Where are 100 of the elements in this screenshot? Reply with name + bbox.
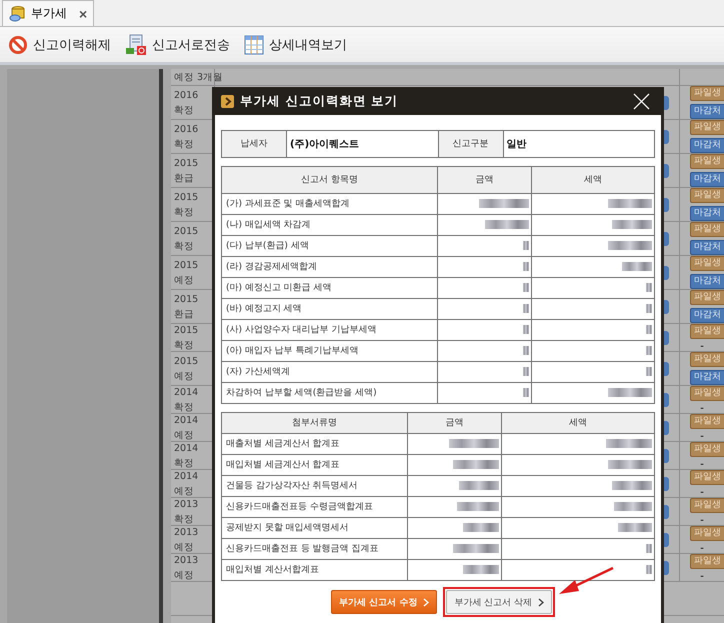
blurred-value	[523, 282, 529, 292]
status-badge[interactable]: 파일생	[690, 324, 724, 338]
table-cell: 건물등 감가상각자산 취득명세서	[222, 476, 408, 496]
grid-cell-text: 확정	[174, 456, 194, 470]
blurred-value	[618, 522, 652, 532]
blurred-value	[463, 564, 499, 574]
blurred-value	[453, 460, 499, 469]
blurred-value	[608, 460, 652, 469]
table-cell: (바) 예정고지 세액	[222, 298, 438, 320]
grid-cell-text: 예정	[174, 428, 194, 442]
chevron-icon	[423, 598, 430, 606]
grid-cell-text: 2016	[174, 88, 198, 102]
status-badge[interactable]: 마감처	[690, 104, 724, 119]
column-header: 금액	[438, 166, 532, 194]
status-badge[interactable]: 파일생	[690, 386, 724, 400]
grid-cell-text: 2016	[174, 122, 198, 136]
grid-cell-text: 2015	[174, 190, 198, 204]
grid-cell-text: 예정 3개월	[174, 70, 224, 84]
status-badge[interactable]: 마감처	[690, 274, 724, 289]
blurred-value	[453, 544, 499, 553]
table-cell: (아) 매입자 납부 특례기납부세액	[222, 340, 438, 362]
status-badge[interactable]: 파일생	[690, 222, 724, 237]
status-badge[interactable]: 파일생	[690, 290, 724, 305]
grid-cell-text: 확정	[174, 104, 194, 118]
close-icon[interactable]	[633, 92, 650, 110]
grid-cell-text: 확정	[174, 338, 194, 352]
blurred-value	[608, 240, 652, 250]
table-cell: (나) 매입세액 차감계	[222, 214, 438, 236]
status-badge[interactable]: 마감처	[690, 206, 724, 221]
field-value: (주)아이퀘스트	[286, 130, 438, 158]
table-cell: (가) 과세표준 및 매출세액합계	[222, 194, 438, 214]
column-header: 금액	[408, 412, 502, 434]
blurred-value	[523, 240, 529, 250]
field-label: 신고구분	[438, 130, 503, 158]
blurred-value	[523, 304, 529, 313]
field-value: 일반	[503, 130, 654, 158]
blurred-value	[457, 502, 499, 511]
document-tab[interactable]: 부가세 ×	[2, 0, 94, 26]
table-cell: (마) 예정신고 미환급 세액	[222, 278, 438, 298]
table-cell: 매입처별 계산서합계표	[222, 560, 408, 580]
status-badge[interactable]: 마감처	[690, 172, 724, 187]
status-badge[interactable]: 마감처	[690, 370, 724, 385]
status-badge[interactable]: 마감처	[690, 240, 724, 255]
grid-cell-text: -	[699, 460, 705, 470]
blurred-value	[523, 346, 529, 355]
blurred-value	[523, 324, 529, 334]
table-icon	[244, 34, 264, 54]
blurred-value	[622, 262, 652, 271]
grid-cell-text: 2015	[174, 156, 198, 170]
table-cell: 매출처별 세금계산서 합계표	[222, 434, 408, 454]
close-tab-button[interactable]: ×	[71, 6, 88, 22]
pointer-arrow	[557, 566, 615, 596]
column-header: 세액	[532, 166, 654, 194]
toolbar-button[interactable]: 상세내역보기	[242, 32, 349, 56]
blurred-value	[646, 346, 652, 355]
status-badge[interactable]: 파일생	[690, 526, 724, 540]
table-cell: 매입처별 세금계산서 합계표	[222, 454, 408, 476]
toolbar-button[interactable]: 신고이력해제	[6, 32, 113, 56]
blurred-value	[449, 438, 499, 448]
dialog-title: 부가세 신고이력화면 보기	[240, 92, 400, 110]
blurred-value	[612, 480, 652, 490]
status-badge[interactable]: 파일생	[690, 470, 724, 484]
blurred-value	[646, 282, 652, 292]
toolbar-button[interactable]: 신고서로전송	[123, 32, 232, 58]
blurred-value	[523, 388, 529, 397]
grid-cell-text: 예정	[174, 484, 194, 498]
status-badge[interactable]: 파일생	[690, 256, 724, 271]
status-badge[interactable]: 파일생	[690, 414, 724, 428]
delete-button[interactable]: 부가세 신고서 삭제	[446, 590, 552, 614]
edit-button[interactable]: 부가세 신고서 수정	[330, 590, 438, 614]
status-badge[interactable]: 파일생	[690, 86, 724, 101]
blurred-value	[646, 564, 652, 574]
table-cell: 차감하여 납부할 세액(환급받을 세액)	[222, 382, 438, 404]
field-label: 납세자	[222, 130, 286, 158]
grid-cell-text: 2015	[174, 258, 198, 272]
document-send-icon	[125, 34, 147, 56]
grid-cell-text: 환급	[174, 308, 194, 322]
grid-cell-text: -	[699, 572, 705, 582]
chevron-icon	[221, 94, 234, 108]
grid-cell-text: 2014	[174, 414, 198, 428]
grid-cell-text: 예정	[174, 370, 194, 384]
status-badge[interactable]: 파일생	[690, 120, 724, 135]
grid-cell-text: 2013	[174, 526, 198, 540]
grid-cell-text: -	[699, 432, 705, 442]
blurred-value	[485, 220, 529, 229]
status-badge[interactable]: 파일생	[690, 352, 724, 367]
status-badge[interactable]: 마감처	[690, 138, 724, 153]
blurred-value	[646, 366, 652, 376]
status-badge[interactable]: 파일생	[690, 154, 724, 169]
status-badge[interactable]: 파일생	[690, 554, 724, 568]
status-badge[interactable]: 파일생	[690, 442, 724, 456]
grid-cell-text: 확정	[174, 240, 194, 254]
blurred-value	[608, 388, 652, 397]
status-badge[interactable]: 마감처	[690, 308, 724, 323]
column-header: 신고서 항목명	[222, 166, 438, 194]
grid-cell-text: 2015	[174, 354, 198, 368]
status-badge[interactable]: 파일생	[690, 188, 724, 203]
blurred-value	[459, 480, 499, 490]
blurred-value	[646, 304, 652, 313]
status-badge[interactable]: 파일생	[690, 498, 724, 512]
